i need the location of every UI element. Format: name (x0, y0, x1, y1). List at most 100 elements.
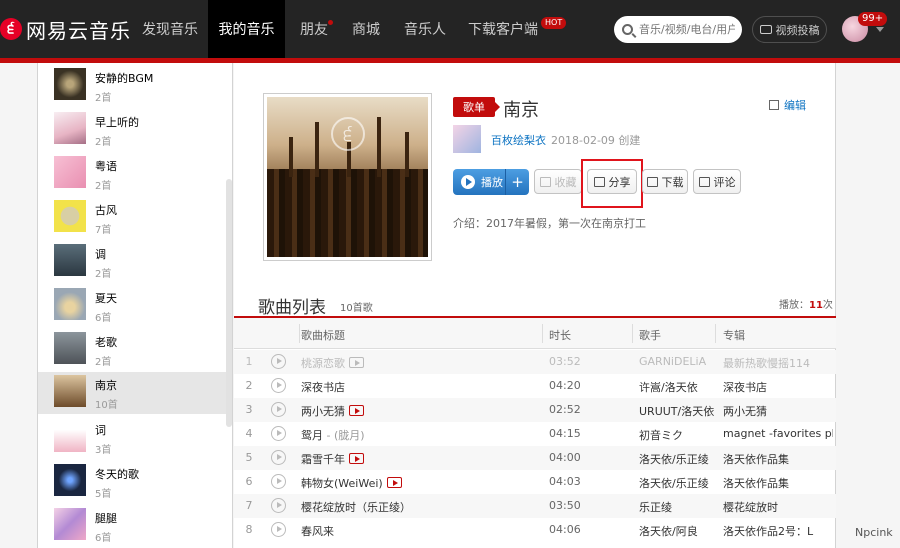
netease-watermark-icon: ੬ (331, 117, 365, 151)
logo[interactable]: ੬ 网易云音乐 (0, 14, 131, 44)
table-row[interactable]: 7 樱花绽放时（乐正绫） 03:50 乐正绫 樱花绽放时 (234, 494, 836, 518)
song-album-link[interactable]: 洛天依作品集 (723, 451, 833, 467)
sidebar-playlist-item-active[interactable]: 南京 10首 (38, 372, 226, 414)
song-artist-link[interactable]: 许嵩/洛天依 (639, 379, 715, 395)
mv-icon[interactable] (386, 477, 402, 488)
playlist-cover (54, 68, 86, 100)
song-artist-link[interactable]: 洛天依/阿良 (639, 523, 715, 539)
sidebar-playlist-item[interactable]: 老歌 2首 (38, 329, 226, 371)
song-artist-link[interactable]: 洛天依/乐正绫 (639, 475, 715, 491)
sidebar-scrollbar[interactable] (226, 179, 232, 427)
song-title-link[interactable]: 霜雪千年 (301, 453, 345, 466)
nav-friends[interactable]: 朋友 (286, 0, 342, 58)
video-upload-button[interactable]: 视频投稿 (752, 16, 827, 43)
song-title-link[interactable]: 春风来 (301, 525, 334, 538)
nav-download-client[interactable]: 下载客户端 (461, 0, 545, 58)
play-track-icon[interactable] (271, 522, 286, 537)
song-title-link[interactable]: 樱花绽放时（乐正绫） (301, 501, 411, 514)
creator-name-link[interactable]: 百枚绘梨衣 (491, 132, 546, 148)
song-artist-link[interactable]: URUUT/洛天依 (639, 403, 715, 419)
song-album-link[interactable]: 深夜书店 (723, 379, 833, 395)
play-track-icon[interactable] (271, 402, 286, 417)
sidebar-playlist-item[interactable]: 早上听的 2首 (38, 109, 226, 151)
play-track-icon[interactable] (271, 354, 286, 369)
sidebar-playlist-item[interactable]: 粤语 2首 (38, 153, 226, 195)
song-duration: 03:50 (549, 499, 581, 512)
play-track-icon[interactable] (271, 426, 286, 441)
play-track-icon[interactable] (271, 378, 286, 393)
nav-store[interactable]: 商城 (342, 0, 390, 58)
mv-icon[interactable] (349, 405, 364, 416)
collect-button[interactable]: 收藏 (534, 169, 582, 194)
table-row[interactable]: 6 韩物女(WeiWei) 04:03 洛天依/乐正绫 洛天依作品集 (234, 470, 836, 494)
sidebar-playlist-item[interactable]: 安静的BGM 2首 (38, 65, 226, 107)
song-artist-link[interactable]: 洛天依/乐正绫 (639, 451, 715, 467)
playlist-count: 6首 (95, 313, 112, 324)
table-row[interactable]: 4 鸳月 - (胧月) 04:15 初音ミク magnet -favorites plu… (234, 422, 836, 446)
sidebar-playlist-item[interactable]: 夏天 6首 (38, 285, 226, 327)
playlist-cover (54, 375, 86, 407)
song-album-link[interactable]: 最新热歌慢摇114 (723, 355, 833, 371)
table-row[interactable]: 8 春风来 04:06 洛天依/阿良 洛天依作品2号：L (234, 518, 836, 542)
download-button[interactable]: 下载 (642, 169, 688, 194)
song-alias: - (胧月) (323, 429, 365, 442)
song-duration: 04:15 (549, 427, 581, 440)
sidebar-playlist-item[interactable]: 调 2首 (38, 241, 226, 283)
play-count-value: 11 (809, 300, 823, 311)
creator-avatar[interactable] (453, 125, 481, 153)
song-artist-link[interactable]: 初音ミク (639, 427, 715, 443)
comment-label: 评论 (713, 175, 736, 189)
song-title-link[interactable]: 韩物女(WeiWei) (301, 477, 383, 490)
play-track-icon[interactable] (271, 498, 286, 513)
table-row[interactable]: 5 霜雪千年 04:00 洛天依/乐正绫 洛天依作品集 (234, 446, 836, 470)
column-artist: 歌手 (639, 329, 661, 342)
song-album-link[interactable]: 洛天依作品集 (723, 475, 833, 491)
play-track-icon[interactable] (271, 474, 286, 489)
song-title-link[interactable]: 桃源恋歌 (301, 357, 345, 370)
sidebar-playlist-item[interactable]: 古风 7首 (38, 197, 226, 239)
table-row[interactable]: 2 深夜书店 04:20 许嵩/洛天依 深夜书店 (234, 374, 836, 398)
table-row[interactable]: 3 两小无猜 02:52 URUUT/洛天依 两小无猜 (234, 398, 836, 422)
playlist-name: 冬天的歌 (95, 468, 139, 481)
song-album-link[interactable]: 樱花绽放时 (723, 499, 833, 515)
playlist-count: 10首 (95, 400, 118, 411)
song-album-link[interactable]: 两小无猜 (723, 403, 833, 419)
track-number: 5 (245, 451, 253, 464)
chevron-down-icon[interactable] (876, 27, 884, 32)
nav-discover[interactable]: 发现音乐 (133, 0, 207, 58)
sidebar-playlist-item[interactable]: 词 3首 (38, 417, 226, 459)
nav-musician[interactable]: 音乐人 (396, 0, 454, 58)
playlist-name: 夏天 (95, 292, 117, 305)
brand-name: 网易云音乐 (26, 18, 131, 43)
search-box[interactable] (614, 16, 742, 43)
mv-icon[interactable] (349, 357, 364, 368)
song-duration: 04:00 (549, 451, 581, 464)
song-title-link[interactable]: 两小无猜 (301, 405, 345, 418)
add-to-queue-button[interactable]: + (505, 169, 529, 195)
playlist-count: 2首 (95, 137, 112, 148)
play-count-unit: 次 (822, 300, 833, 311)
sidebar-playlist-item[interactable]: 腿腿 6首 (38, 505, 226, 547)
playlist-count: 2首 (95, 93, 112, 104)
search-input[interactable] (639, 23, 735, 36)
nav-my-music[interactable]: 我的音乐 (208, 0, 285, 58)
table-row[interactable]: 1 桃源恋歌 03:52 GARNiDELiA 最新热歌慢摇114 (234, 350, 836, 374)
song-artist-link[interactable]: GARNiDELiA (639, 355, 715, 368)
playlist-count: 2首 (95, 181, 112, 192)
song-title-link[interactable]: 鸳月 (301, 429, 323, 442)
song-title-link[interactable]: 深夜书店 (301, 381, 345, 394)
playlist-cover-large: ੬ (263, 93, 432, 261)
song-duration: 04:06 (549, 523, 581, 536)
comment-button[interactable]: 评论 (693, 169, 741, 194)
mv-icon[interactable] (349, 453, 364, 464)
collect-icon (539, 176, 551, 187)
edit-button[interactable]: 编辑 (769, 97, 806, 113)
sidebar-playlist-item[interactable]: 冬天的歌 5首 (38, 461, 226, 503)
playlist-name: 安静的BGM (95, 72, 154, 85)
song-artist-link[interactable]: 乐正绫 (639, 499, 715, 515)
song-album-link[interactable]: magnet -favorites plus- (723, 427, 833, 440)
play-all-button[interactable]: 播放 + (453, 169, 529, 195)
song-album-link[interactable]: 洛天依作品2号：L (723, 523, 833, 539)
play-track-icon[interactable] (271, 450, 286, 465)
playlist-cover (54, 288, 86, 320)
